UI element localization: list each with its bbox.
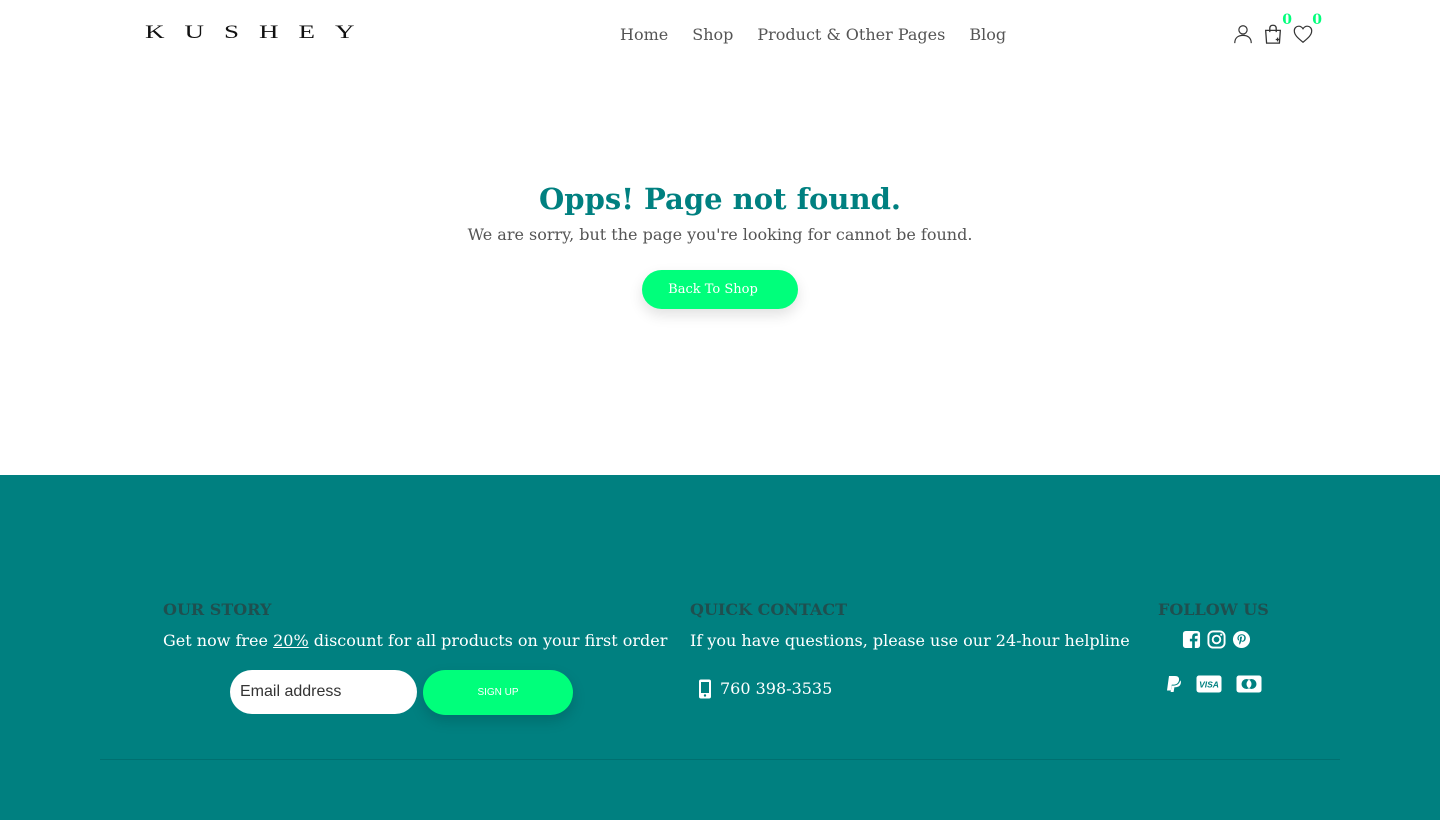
nav-item-blog[interactable]: Blog bbox=[969, 24, 1006, 46]
account-button[interactable] bbox=[1228, 18, 1258, 50]
heart-icon bbox=[1293, 25, 1313, 44]
instagram-icon[interactable] bbox=[1207, 630, 1226, 649]
nav-item-shop[interactable]: Shop bbox=[692, 24, 733, 46]
nav-item-product-other-pages[interactable]: Product & Other Pages bbox=[757, 24, 945, 46]
quick-contact-heading: QUICK CONTACT bbox=[690, 600, 847, 619]
social-links bbox=[1182, 630, 1251, 649]
mobile-phone-icon bbox=[699, 679, 711, 699]
back-to-shop-button[interactable]: Back To Shop bbox=[642, 270, 798, 309]
follow-us-heading: FOLLOW US bbox=[1158, 600, 1269, 619]
nav-item-home[interactable]: Home bbox=[620, 24, 668, 46]
error-title: Opps! Page not found. bbox=[539, 182, 901, 216]
site-header: KUSHEY Home Shop Product & Other Pages B… bbox=[0, 0, 1440, 70]
newsletter-email-input[interactable] bbox=[230, 670, 417, 714]
footer-divider bbox=[100, 759, 1340, 760]
site-footer: OUR STORY Get now free 20% discount for … bbox=[0, 475, 1440, 820]
shopping-bag-icon bbox=[1264, 24, 1282, 44]
our-story-text-after: discount for all products on your first … bbox=[308, 631, 668, 650]
main-nav: Home Shop Product & Other Pages Blog bbox=[620, 24, 1006, 46]
quick-contact-text: If you have questions, please use our 24… bbox=[690, 631, 1130, 650]
phone-contact[interactable]: 760 398-3535 bbox=[698, 678, 832, 700]
our-story-text: Get now free 20% discount for all produc… bbox=[163, 630, 667, 652]
user-icon bbox=[1234, 25, 1252, 44]
cart-button[interactable]: 0 bbox=[1258, 12, 1292, 50]
error-section: Opps! Page not found. We are sorry, but … bbox=[0, 70, 1440, 475]
signup-button[interactable]: SIGN UP bbox=[423, 670, 573, 715]
svg-text:VISA: VISA bbox=[1199, 680, 1219, 690]
our-story-text-before: Get now free bbox=[163, 631, 274, 650]
header-icons: 0 0 bbox=[1228, 12, 1322, 50]
visa-icon: VISA bbox=[1196, 675, 1222, 693]
wishlist-button[interactable]: 0 bbox=[1288, 12, 1322, 50]
payment-methods: VISA bbox=[1165, 675, 1262, 693]
pinterest-icon[interactable] bbox=[1232, 630, 1251, 649]
discount-value: 20% bbox=[273, 631, 309, 650]
facebook-icon[interactable] bbox=[1182, 630, 1201, 649]
error-message: We are sorry, but the page you're lookin… bbox=[467, 225, 973, 244]
our-story-heading: OUR STORY bbox=[163, 600, 272, 619]
brand-logo[interactable]: KUSHEY bbox=[145, 22, 375, 41]
mastercard-icon bbox=[1236, 675, 1262, 693]
paypal-icon bbox=[1167, 676, 1181, 692]
phone-number: 760 398-3535 bbox=[720, 679, 833, 698]
wishlist-count-badge: 0 bbox=[1312, 12, 1322, 28]
